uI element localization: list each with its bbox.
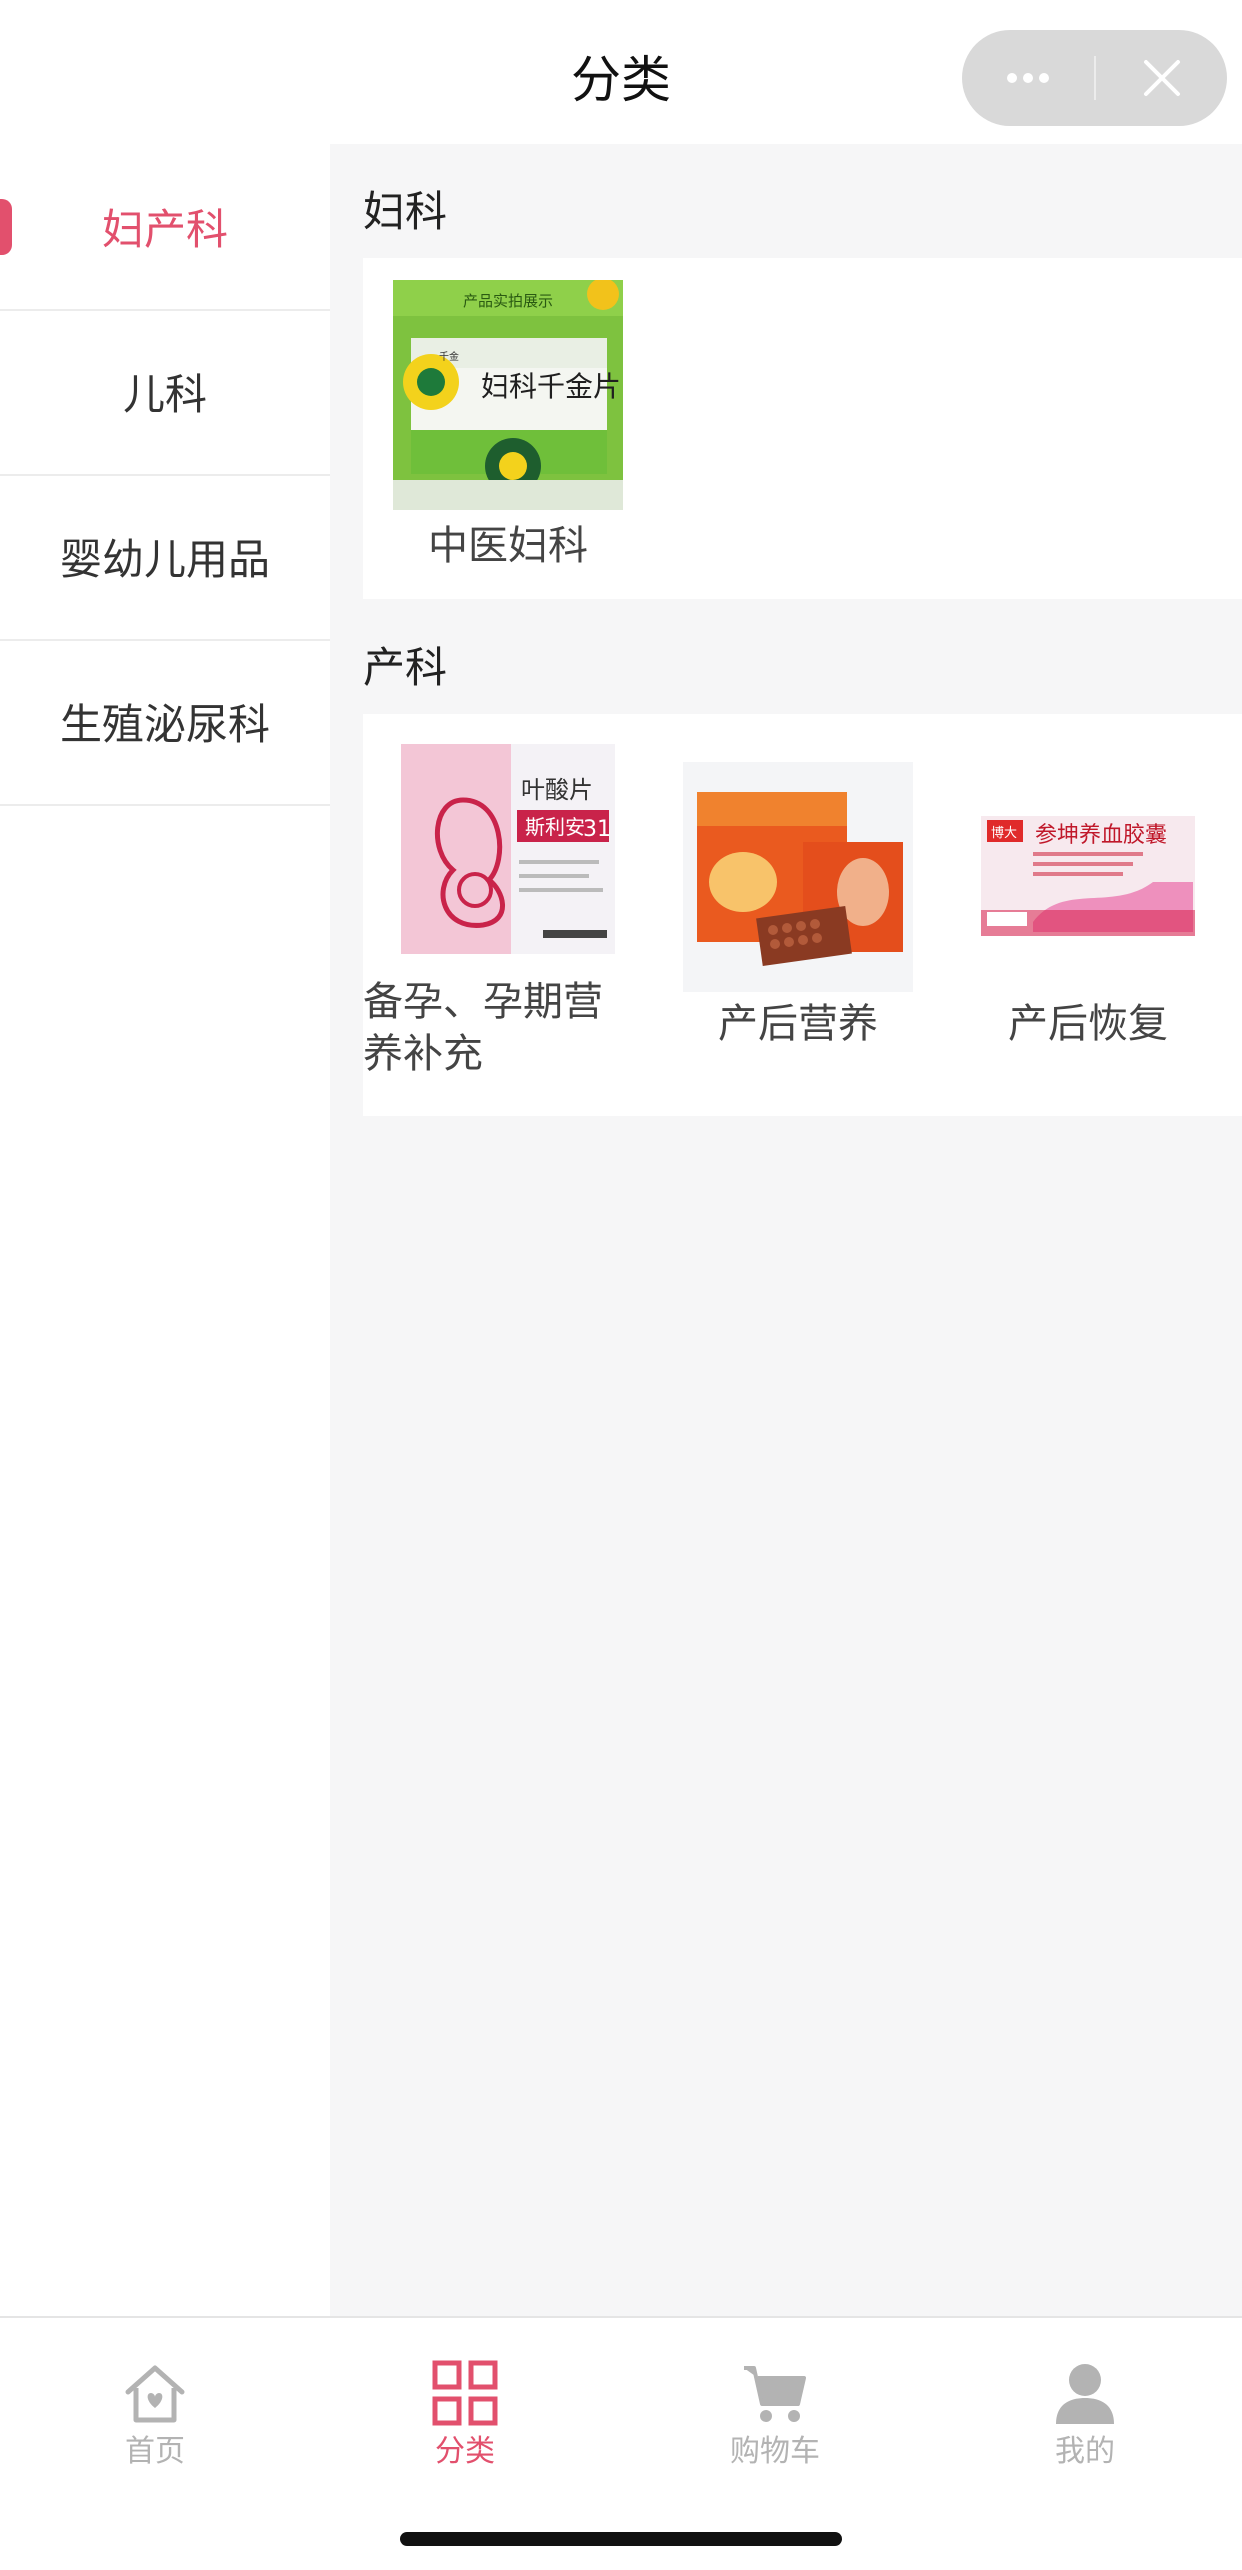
mini-program-capsule (962, 30, 1227, 126)
product-postpartum-recovery[interactable]: 博大 参坤养血胶囊 产后恢复 (943, 714, 1233, 1116)
tab-profile[interactable]: 我的 (930, 2338, 1240, 2478)
sidebar-item-baby-products[interactable]: 婴幼儿用品 (0, 474, 330, 641)
product-pregnancy-nutrition[interactable]: 叶酸片 斯利安 31 备孕、孕期营 养补充 (363, 714, 653, 1116)
section-card-gynecology: 产品实拍展示 千金 妇科千金片 中医妇科 (363, 258, 1242, 599)
product-label: 中医妇科 (428, 523, 588, 569)
product-label: 产后营养 (718, 1001, 878, 1047)
product-image: 产品实拍展示 千金 妇科千金片 (393, 278, 623, 510)
section-card-obstetrics: 叶酸片 斯利安 31 备孕、孕期营 养补充 产后营养 博大 参坤养血胶囊 产后恢… (363, 714, 1242, 1116)
tab-category[interactable]: 分类 (310, 2338, 620, 2478)
tab-home[interactable]: 首页 (0, 2338, 310, 2478)
close-button[interactable] (1096, 30, 1227, 126)
sidebar-item-label: 妇产科 (101, 205, 228, 254)
sidebar-item-pediatrics[interactable]: 儿科 (0, 309, 330, 476)
product-postpartum-nutrition[interactable]: 产后营养 (653, 714, 943, 1116)
box-name: 参坤养血胶囊 (1035, 823, 1167, 848)
active-indicator (0, 199, 12, 255)
nav-bar: 分类 (0, 0, 1242, 144)
box-brand: 博大 (991, 826, 1017, 841)
product-label: 产后恢复 (1008, 1001, 1168, 1047)
product-image (683, 762, 913, 992)
product-tcm-gynecology[interactable]: 产品实拍展示 千金 妇科千金片 中医妇科 (363, 258, 653, 599)
tab-label: 分类 (435, 2434, 495, 2469)
box-brand: 斯利安 (525, 815, 585, 839)
sidebar-item-urology[interactable]: 生殖泌尿科 (0, 639, 330, 806)
image-caption: 产品实拍展示 (463, 292, 553, 310)
product-image: 博大 参坤养血胶囊 (973, 762, 1203, 992)
cart-icon (744, 2366, 806, 2422)
box-badge: 31 (583, 817, 611, 842)
section-title-obstetrics: 产科 (363, 643, 448, 692)
product-image: 叶酸片 斯利安 31 (393, 740, 623, 970)
tab-label: 购物车 (730, 2434, 820, 2469)
more-button[interactable] (962, 30, 1094, 126)
sidebar-item-obgyn[interactable]: 妇产科 (0, 144, 330, 311)
sidebar-item-label: 婴幼儿用品 (59, 535, 270, 584)
category-content: 妇科 产品实拍展示 千金 妇科千金片 中医妇科 产科 叶酸片 斯利安 31 备孕… (330, 144, 1242, 2316)
product-label-line2: 养补充 (363, 1031, 483, 1077)
grid-icon (432, 2360, 498, 2426)
more-dots-icon (1007, 73, 1049, 83)
product-label-line1: 备孕、孕期营 (363, 979, 603, 1025)
box-brand: 千金 (439, 350, 459, 363)
box-name: 叶酸片 (521, 776, 593, 804)
sidebar-item-label: 儿科 (122, 370, 207, 419)
home-indicator (400, 2532, 842, 2546)
tab-label: 我的 (1055, 2434, 1115, 2469)
home-heart-icon (125, 2365, 185, 2423)
tab-label: 首页 (125, 2434, 185, 2469)
sidebar-item-label: 生殖泌尿科 (59, 700, 270, 749)
user-icon (1056, 2364, 1114, 2424)
section-title-gynecology: 妇科 (363, 187, 448, 236)
category-sidebar: 妇产科 儿科 婴幼儿用品 生殖泌尿科 (0, 144, 330, 2316)
close-icon (1143, 60, 1180, 96)
tab-cart[interactable]: 购物车 (620, 2338, 930, 2478)
box-name: 妇科千金片 (481, 370, 621, 403)
product-label: 备孕、孕期营 养补充 (363, 976, 653, 1080)
